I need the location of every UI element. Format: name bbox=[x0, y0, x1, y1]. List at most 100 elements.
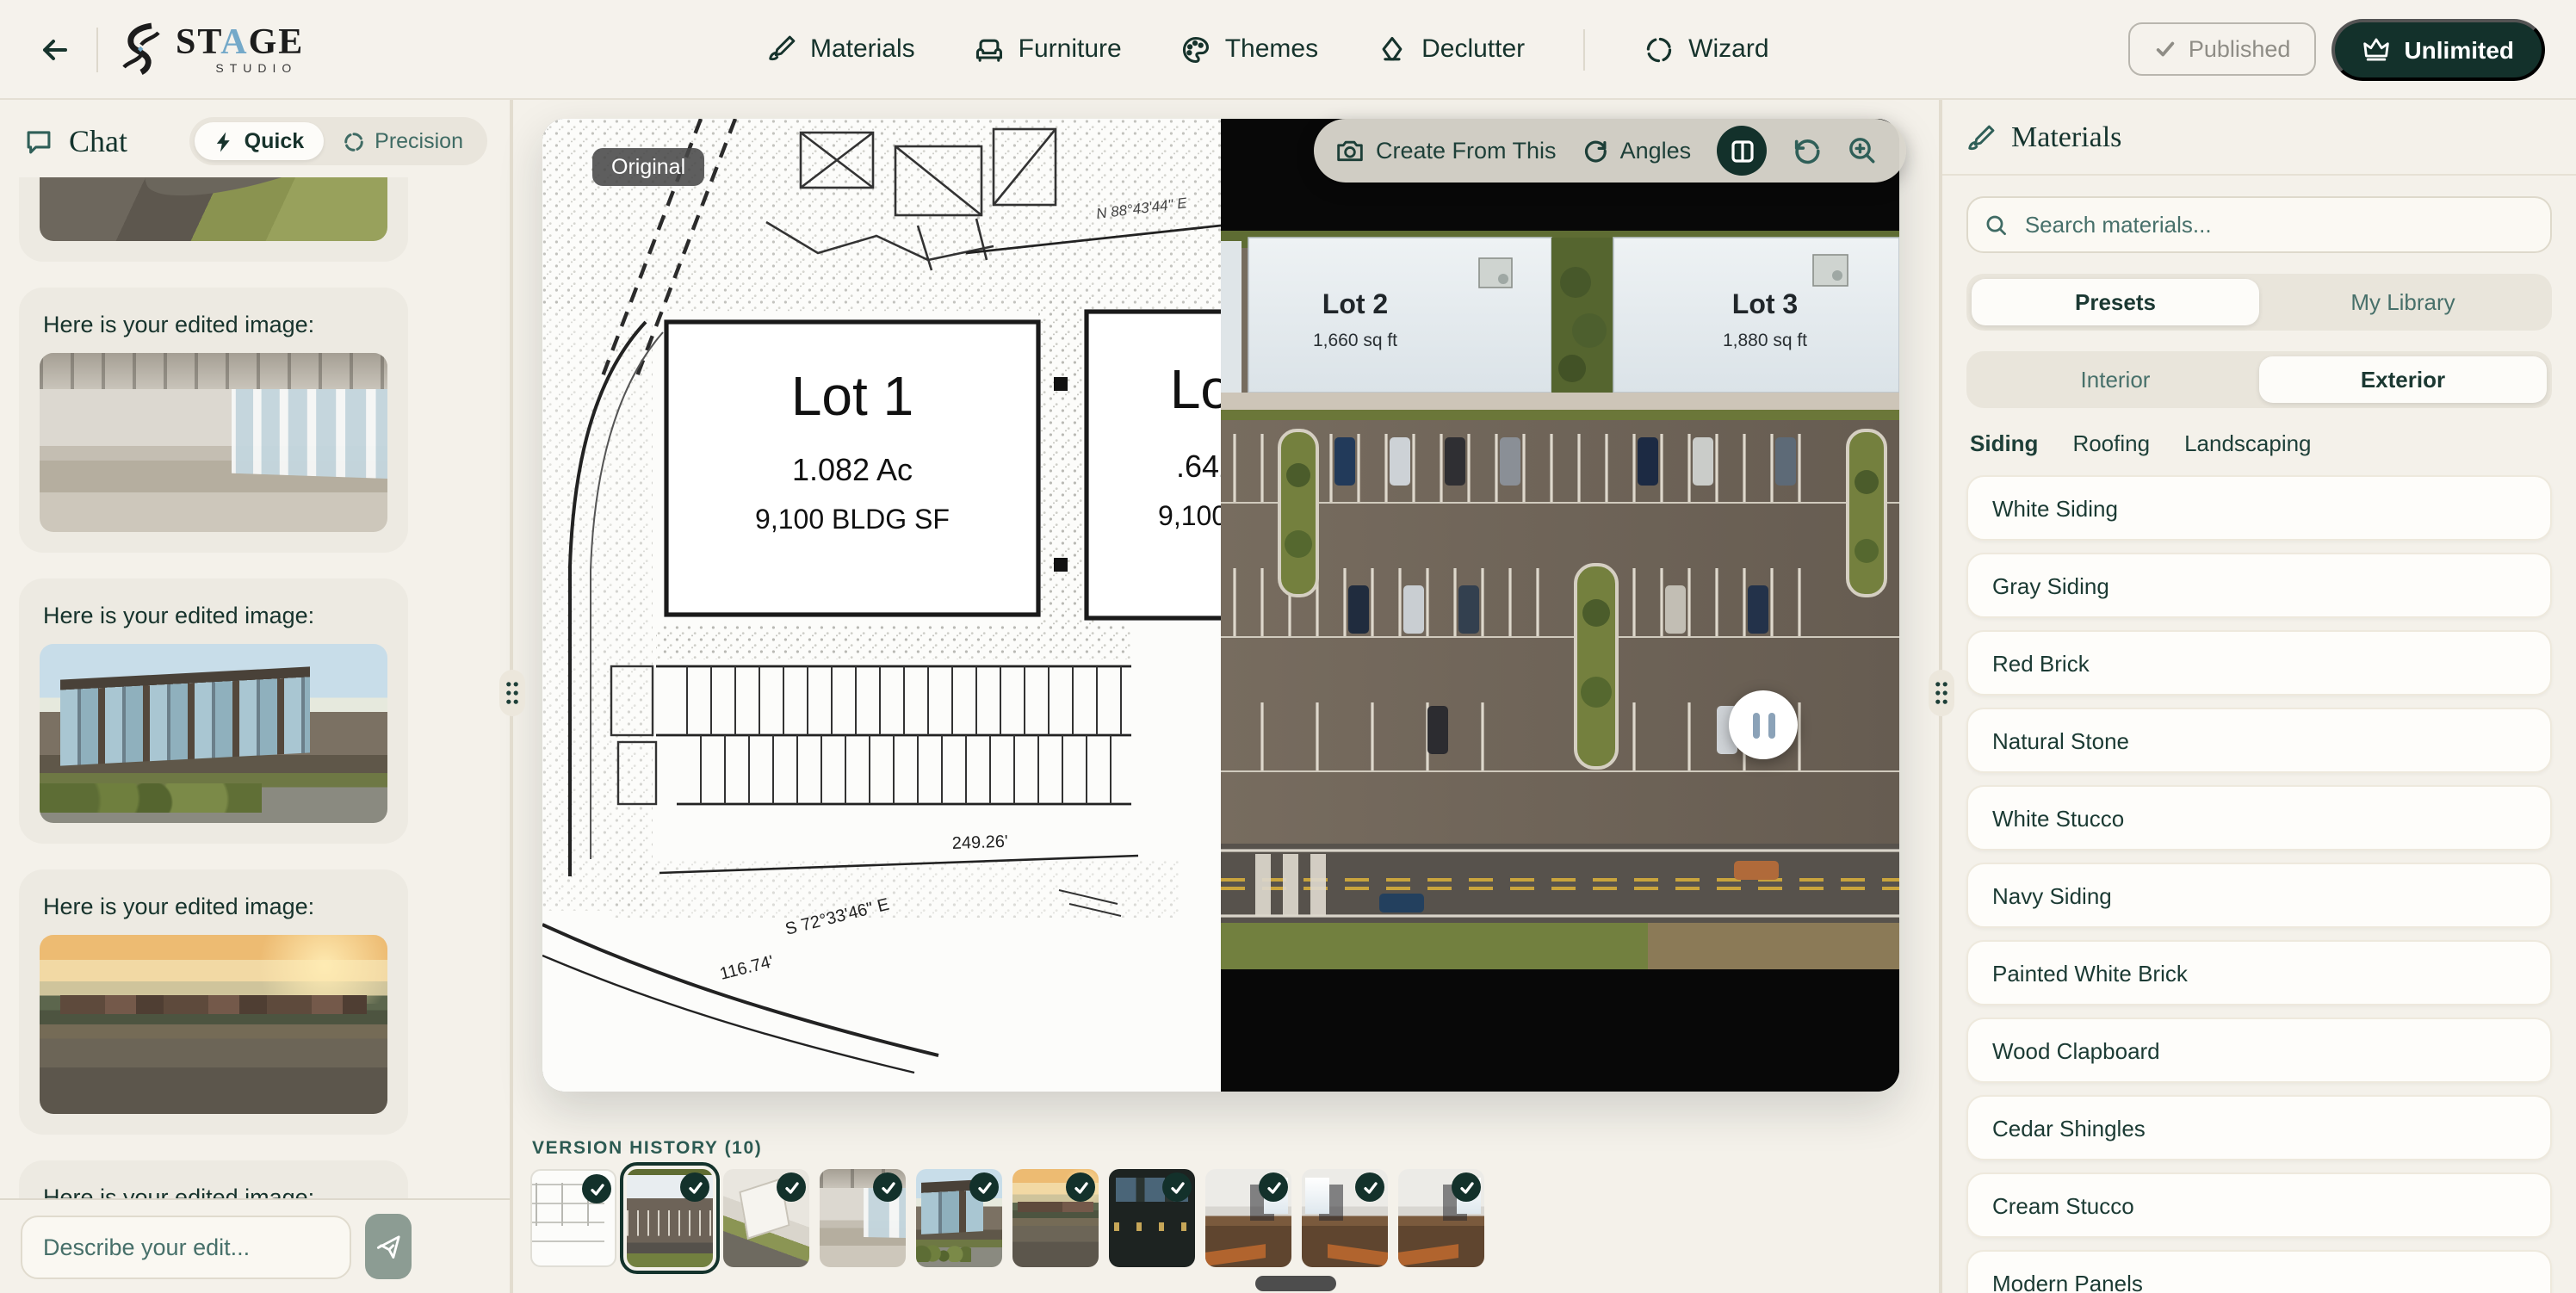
material-item[interactable]: Painted White Brick bbox=[1966, 940, 2552, 1005]
edited-image-aerial[interactable] bbox=[40, 177, 387, 241]
version-thumbnail[interactable] bbox=[916, 1169, 1002, 1267]
comparison-slider-handle[interactable] bbox=[1729, 690, 1798, 759]
divider bbox=[1583, 28, 1585, 70]
check-badge bbox=[1452, 1172, 1481, 1202]
message-text: Here is your edited image: bbox=[43, 312, 387, 337]
send-button[interactable] bbox=[365, 1214, 412, 1279]
nav-wizard[interactable]: Wizard bbox=[1644, 34, 1768, 65]
tab-presets[interactable]: Presets bbox=[1972, 279, 2259, 325]
check-badge bbox=[582, 1174, 611, 1203]
chat-mode-toggle: Quick Precision bbox=[189, 117, 487, 165]
left-resize-handle[interactable] bbox=[499, 670, 525, 716]
nav-furniture[interactable]: Furniture bbox=[974, 34, 1122, 65]
check-badge bbox=[777, 1172, 806, 1202]
create-from-this-button[interactable]: Create From This bbox=[1336, 138, 1557, 164]
stage-studio-app: STAGE STUDIO Materials Furniture Themes … bbox=[0, 0, 2576, 1293]
crown-icon bbox=[2362, 36, 2390, 62]
version-history-strip[interactable] bbox=[530, 1169, 1484, 1267]
split-columns-icon bbox=[1730, 139, 1754, 163]
unlimited-label: Unlimited bbox=[2404, 35, 2514, 63]
version-thumbnail[interactable] bbox=[1109, 1169, 1195, 1267]
nav-themes[interactable]: Themes bbox=[1180, 34, 1318, 65]
version-thumbnail[interactable] bbox=[530, 1169, 616, 1267]
material-item[interactable]: Navy Siding bbox=[1966, 863, 2552, 928]
grip-dots-icon bbox=[1934, 680, 1949, 706]
check-badge bbox=[1259, 1172, 1288, 1202]
send-icon bbox=[375, 1234, 401, 1259]
lightning-icon bbox=[214, 130, 234, 152]
published-button[interactable]: Published bbox=[2128, 22, 2317, 76]
version-history-scrollbar[interactable] bbox=[1255, 1276, 1336, 1291]
precision-mode-button[interactable]: Precision bbox=[323, 122, 482, 160]
material-item[interactable]: Red Brick bbox=[1966, 630, 2552, 696]
lot2-bldg: 9,100 BLDG SF bbox=[1158, 500, 1221, 531]
version-thumbnail[interactable] bbox=[627, 1169, 713, 1267]
nav-label: Themes bbox=[1225, 34, 1318, 64]
tab-my-library[interactable]: My Library bbox=[2259, 279, 2547, 325]
quick-mode-label: Quick bbox=[245, 129, 305, 153]
material-item[interactable]: Cream Stucco bbox=[1966, 1172, 2552, 1238]
refresh-icon bbox=[1793, 136, 1822, 165]
angles-label: Angles bbox=[1620, 138, 1692, 164]
right-resize-handle[interactable] bbox=[1929, 670, 1954, 716]
material-item[interactable]: Modern Panels bbox=[1966, 1250, 2552, 1293]
material-item[interactable]: Wood Clapboard bbox=[1966, 1018, 2552, 1083]
crosshair-icon bbox=[342, 130, 364, 152]
edited-image-exterior[interactable] bbox=[40, 644, 387, 823]
angles-button[interactable]: Angles bbox=[1582, 138, 1692, 164]
material-item-label: Cedar Shingles bbox=[1992, 1115, 2146, 1141]
material-item[interactable]: Gray Siding bbox=[1966, 553, 2552, 618]
refresh-button[interactable] bbox=[1793, 136, 1822, 165]
material-item[interactable]: White Stucco bbox=[1966, 785, 2552, 851]
slider-bar bbox=[1768, 712, 1774, 738]
back-button[interactable] bbox=[31, 25, 79, 73]
category-roofing[interactable]: Roofing bbox=[2072, 430, 2150, 456]
material-item[interactable]: Cedar Shingles bbox=[1966, 1095, 2552, 1160]
tab-interior[interactable]: Interior bbox=[1972, 356, 2259, 403]
tab-exterior[interactable]: Exterior bbox=[2259, 356, 2547, 403]
unlimited-button[interactable]: Unlimited bbox=[2331, 18, 2545, 80]
check-badge bbox=[969, 1172, 999, 1202]
precision-mode-label: Precision bbox=[375, 129, 463, 153]
stage-studio-logo[interactable]: STAGE STUDIO bbox=[119, 22, 304, 77]
category-siding[interactable]: Siding bbox=[1970, 430, 2038, 456]
version-thumbnail[interactable] bbox=[1302, 1169, 1388, 1267]
aerial-photo: Lot 2 1,660 sq ft Lot 3 1,880 sq ft bbox=[1221, 231, 1899, 969]
chat-input-bar bbox=[0, 1198, 510, 1293]
version-thumbnail[interactable] bbox=[820, 1169, 906, 1267]
grip-dots-icon bbox=[505, 680, 520, 706]
chat-message: Here is your edited image: bbox=[19, 869, 408, 1135]
paintbrush-icon bbox=[1966, 123, 1996, 152]
split-view-button[interactable] bbox=[1717, 126, 1767, 176]
rotate-icon bbox=[1582, 138, 1608, 164]
chat-message-list[interactable]: Here is your edited image: Here is your … bbox=[0, 177, 510, 1205]
version-thumbnail[interactable] bbox=[1012, 1169, 1099, 1267]
materials-search[interactable] bbox=[1966, 196, 2552, 253]
nav-declutter[interactable]: Declutter bbox=[1377, 34, 1525, 65]
chat-header: Chat Quick Precision bbox=[0, 98, 510, 179]
material-item[interactable]: Natural Stone bbox=[1966, 708, 2552, 773]
logo-brand: STAGE bbox=[176, 23, 304, 59]
chat-message bbox=[19, 177, 408, 262]
quick-mode-button[interactable]: Quick bbox=[195, 122, 324, 160]
nav-materials[interactable]: Materials bbox=[767, 34, 915, 64]
lot2-name: Lot 2 bbox=[1170, 358, 1221, 420]
edited-image-sunset[interactable] bbox=[40, 935, 387, 1114]
zoom-in-button[interactable] bbox=[1848, 136, 1877, 165]
version-thumbnail[interactable] bbox=[723, 1169, 809, 1267]
material-item-label: Painted White Brick bbox=[1992, 960, 2188, 986]
version-thumbnail[interactable] bbox=[1398, 1169, 1484, 1267]
original-blueprint-pane: N 88°43'44" E Lot 1 1.082 Ac 9,100 BLDG … bbox=[542, 119, 1221, 1092]
material-item[interactable]: White Siding bbox=[1966, 475, 2552, 541]
materials-header: Materials bbox=[1942, 98, 2576, 174]
arrow-left-icon bbox=[38, 32, 72, 66]
materials-list[interactable]: White Siding Gray Siding Red Brick Natur… bbox=[1966, 475, 2552, 1293]
check-badge bbox=[1066, 1172, 1095, 1202]
chat-input[interactable] bbox=[21, 1215, 351, 1278]
wizard-compass-icon bbox=[1644, 34, 1675, 65]
edited-image-interior[interactable] bbox=[40, 353, 387, 532]
materials-search-input[interactable] bbox=[2022, 210, 2533, 239]
chat-title: Chat bbox=[24, 123, 127, 159]
category-landscaping[interactable]: Landscaping bbox=[2184, 430, 2311, 456]
version-thumbnail[interactable] bbox=[1205, 1169, 1291, 1267]
